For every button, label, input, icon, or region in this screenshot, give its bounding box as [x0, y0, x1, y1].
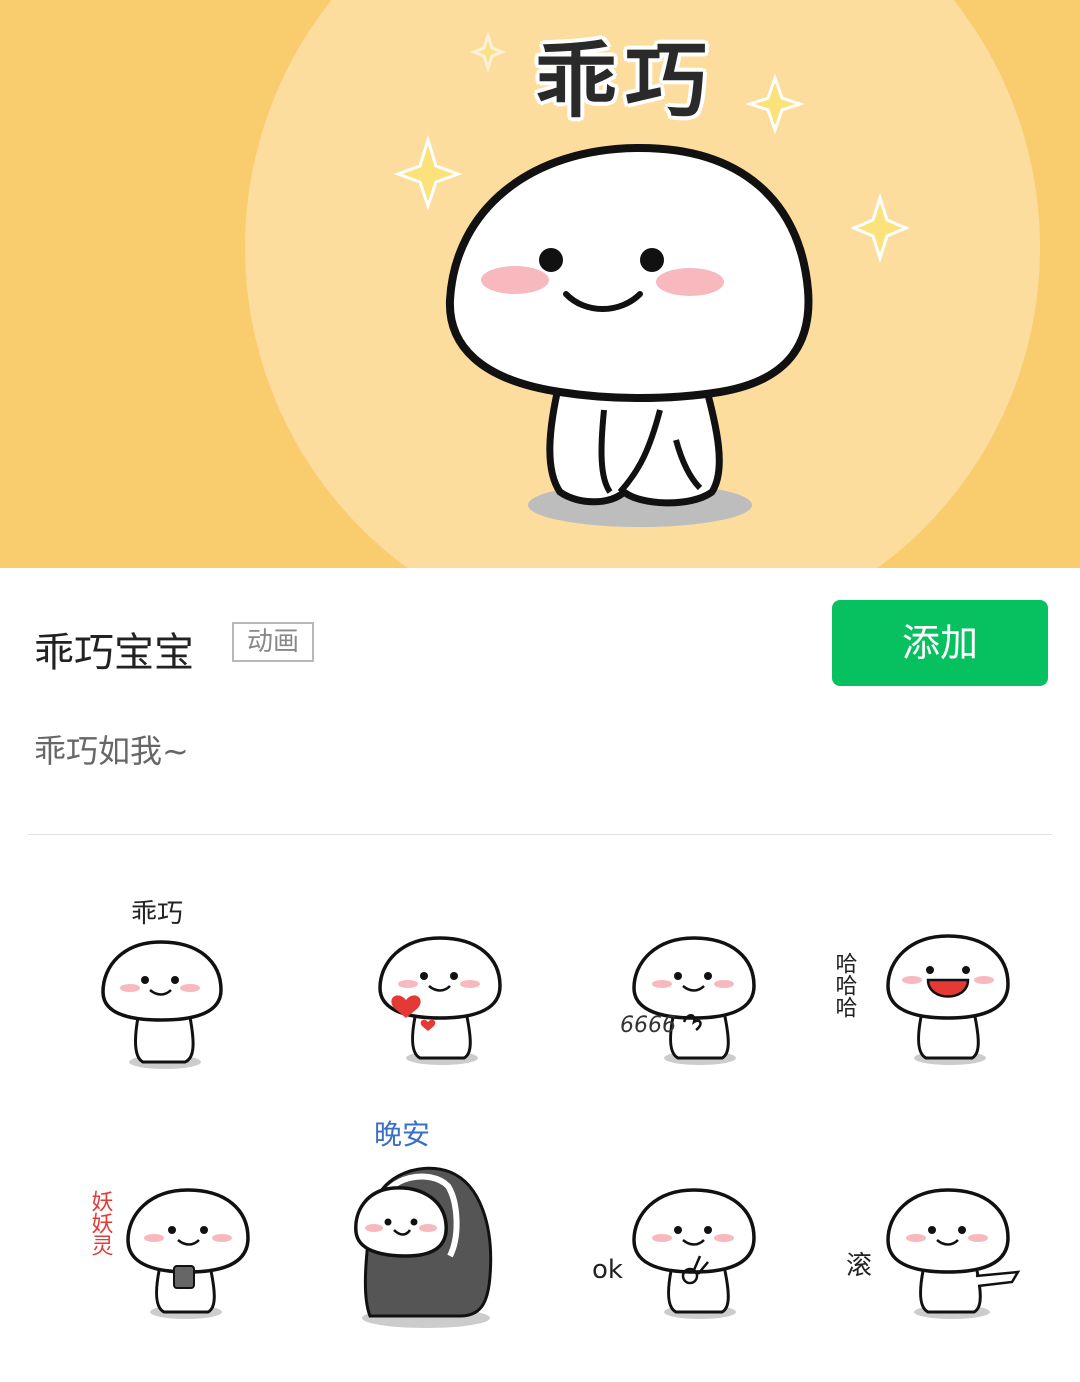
- sticker-ok-icon: ok: [592, 1188, 756, 1319]
- pack-title: 乖巧宝宝: [34, 630, 194, 676]
- sticker-caption: 晚安: [374, 1118, 430, 1151]
- sticker-laugh-icon: 哈哈哈: [832, 934, 1010, 1065]
- sticker-banner: 乖巧: [0, 0, 1080, 568]
- sticker-item[interactable]: 乖巧: [35, 862, 291, 1102]
- sticker-caption: 6666: [620, 1013, 676, 1038]
- sticker-item[interactable]: 哈哈哈: [822, 862, 1078, 1102]
- sticker-go-away-icon: 滚: [846, 1188, 1021, 1319]
- sticker-caption: 滚: [846, 1251, 872, 1281]
- sticker-item[interactable]: [310, 862, 566, 1102]
- sticker-caption: ok: [592, 1255, 623, 1285]
- sparkle-icon: [393, 134, 463, 211]
- add-button[interactable]: 添加: [832, 600, 1048, 686]
- sticker-item[interactable]: ok: [568, 1116, 824, 1356]
- sticker-caption: 哈哈哈: [832, 952, 857, 1018]
- pack-description: 乖巧如我~: [34, 732, 189, 770]
- sticker-item[interactable]: 滚: [822, 1116, 1078, 1356]
- sticker-caption: 乖巧: [131, 899, 183, 929]
- pack-info-section: 乖巧宝宝 动画 添加 乖巧如我~: [0, 568, 1080, 835]
- sticker-item[interactable]: 6666: [568, 862, 824, 1102]
- sticker-caption: 妖妖灵: [88, 1190, 114, 1256]
- sticker-phone-icon: 妖妖灵: [88, 1188, 250, 1319]
- sticker-666-icon: 6666: [620, 936, 756, 1065]
- sticker-heart-icon: [378, 936, 502, 1065]
- animated-badge: 动画: [232, 622, 314, 662]
- banner-title: 乖巧: [534, 34, 715, 129]
- sparkle-icon: [850, 193, 910, 263]
- sticker-item[interactable]: 晚安: [310, 1106, 566, 1346]
- sticker-item[interactable]: 妖妖灵: [70, 1116, 326, 1356]
- sticker-grid: 乖巧 6666 哈哈哈 妖妖灵 晚安 ok 滚: [0, 834, 1080, 1381]
- sticker-goodnight-icon: 晚安: [354, 1118, 493, 1328]
- sticker-good-icon: 乖巧: [101, 899, 223, 1069]
